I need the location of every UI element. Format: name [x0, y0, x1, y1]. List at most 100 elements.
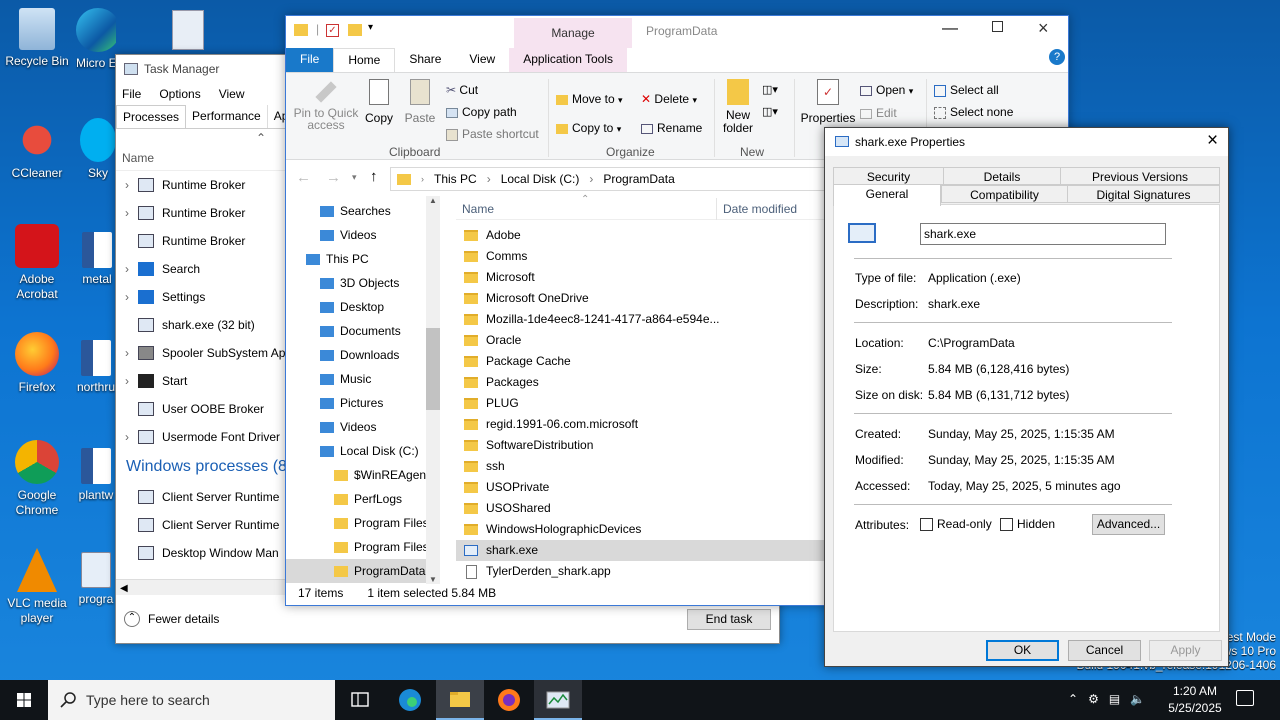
help-icon[interactable]: ?: [1049, 49, 1065, 65]
column-header-date[interactable]: Date modified: [723, 202, 797, 216]
nav-item[interactable]: Videos: [320, 415, 376, 439]
clock[interactable]: 1:20 AM 5/25/2025: [1160, 683, 1230, 717]
tab-home[interactable]: Home: [333, 48, 396, 72]
desktop-icon-plantw-doc[interactable]: plantw: [76, 448, 116, 503]
desktop-file-icon[interactable]: [172, 10, 204, 50]
file-row[interactable]: shark.exe5/25/2025 1:15 AM: [456, 540, 994, 561]
desktop-icon-ccleaner[interactable]: CCleaner: [1, 118, 73, 181]
nav-item[interactable]: Pictures: [320, 391, 383, 415]
cancel-button[interactable]: Cancel: [1068, 640, 1141, 661]
tab-security[interactable]: Security: [833, 167, 944, 185]
nav-item[interactable]: ProgramData: [286, 559, 426, 583]
close-icon[interactable]: ×: [1038, 18, 1049, 39]
apply-button[interactable]: Apply: [1149, 640, 1222, 661]
maximize-icon[interactable]: [992, 21, 1003, 32]
file-row[interactable]: ssh10/6/2021 1:57 PM: [456, 456, 994, 477]
tab-general[interactable]: General: [833, 184, 941, 206]
tab-file[interactable]: File: [286, 48, 334, 72]
chevron-right-icon[interactable]: ›: [116, 262, 138, 276]
chevron-right-icon[interactable]: ›: [116, 290, 138, 304]
tab-digital-signatures[interactable]: Digital Signatures: [1067, 185, 1220, 203]
back-arrow-icon[interactable]: ←: [296, 169, 311, 186]
desktop-icon-northru-doc[interactable]: northru: [76, 340, 116, 395]
file-row[interactable]: Adobe2/6/2024 1:09 PM: [456, 225, 988, 246]
file-row[interactable]: USOPrivate8/24/2022 11:11 AM: [456, 477, 999, 498]
scrollbar-thumb[interactable]: [426, 328, 440, 410]
tab-view[interactable]: View: [455, 48, 509, 72]
column-header-name[interactable]: Name: [462, 202, 494, 216]
delete-button[interactable]: ✕ Delete ▾: [641, 85, 702, 114]
tab-share[interactable]: Share: [395, 48, 455, 72]
file-row[interactable]: Mozilla-1de4eec8-1241-4177-a864-e594e...…: [456, 309, 988, 330]
breadcrumb-item[interactable]: ProgramData: [603, 172, 674, 186]
taskbar-file-explorer[interactable]: [436, 680, 484, 720]
up-arrow-icon[interactable]: ↑: [370, 168, 378, 185]
file-row[interactable]: SoftwareDistribution12/7/2019 9:14 AM: [456, 435, 994, 456]
desktop-icon-recycle-bin[interactable]: Recycle Bin: [1, 8, 73, 69]
edit-button[interactable]: Edit: [860, 102, 913, 124]
desktop-icon-metal-doc[interactable]: metal: [78, 232, 116, 287]
nav-item[interactable]: Searches: [320, 199, 391, 223]
nav-item[interactable]: Program Files: [334, 511, 429, 535]
tab-performance[interactable]: Performance: [186, 105, 268, 128]
tab-compatibility[interactable]: Compatibility: [941, 185, 1068, 203]
network-icon[interactable]: ▤: [1109, 692, 1120, 706]
recent-locations-icon[interactable]: ▾: [352, 172, 357, 183]
file-row[interactable]: Package Cache2/9/2023 4:28 PM: [456, 351, 988, 372]
nav-item[interactable]: This PC: [306, 247, 369, 271]
nav-item[interactable]: Music: [320, 367, 371, 391]
breadcrumb-item[interactable]: This PC: [434, 172, 477, 186]
nav-item[interactable]: Desktop: [320, 295, 384, 319]
new-folder-button[interactable]: New folder: [720, 79, 756, 135]
nav-item[interactable]: Videos: [320, 223, 376, 247]
taskbar-search-box[interactable]: Type here to search: [48, 680, 335, 720]
file-row[interactable]: PLUG2/6/2024 3:27 PM: [456, 393, 988, 414]
hidden-checkbox[interactable]: Hidden: [1000, 517, 1055, 531]
easy-access-icon[interactable]: ◫▾: [762, 101, 778, 123]
end-task-button[interactable]: End task: [687, 609, 771, 630]
copy-to-button[interactable]: Copy to ▾: [556, 114, 623, 143]
file-row[interactable]: Packages8/24/2022 11:52 AM: [456, 372, 1000, 393]
menu-options[interactable]: Options: [159, 87, 200, 101]
move-to-button[interactable]: Move to ▾: [556, 85, 623, 114]
chevron-up-icon[interactable]: ⌃: [256, 131, 266, 145]
taskbar-task-manager[interactable]: [534, 680, 582, 720]
customize-quick-access-icon[interactable]: ▾: [368, 22, 373, 33]
forward-arrow-icon[interactable]: →: [326, 169, 341, 186]
taskbar-edge[interactable]: [386, 680, 434, 720]
rename-button[interactable]: Rename: [641, 114, 702, 142]
desktop-icon-adobe-acrobat[interactable]: Adobe Acrobat: [1, 224, 73, 302]
minimize-icon[interactable]: —: [942, 20, 958, 38]
desktop-icon-edge[interactable]: Micro Edg: [76, 8, 116, 71]
file-row[interactable]: Microsoft OneDrive8/24/2022 11:51 AM: [456, 288, 1000, 309]
checkbox-box[interactable]: [1000, 517, 1013, 531]
tab-previous-versions[interactable]: Previous Versions: [1060, 167, 1220, 185]
tab-processes[interactable]: Processes: [116, 105, 187, 128]
breadcrumb-item[interactable]: Local Disk (C:): [501, 172, 580, 186]
chevron-up-icon[interactable]: ⌃: [1068, 692, 1078, 706]
desktop-icon-firefox[interactable]: Firefox: [1, 332, 73, 395]
file-row[interactable]: USOShared12/7/2019 9:14 AM: [456, 498, 994, 519]
nav-item[interactable]: PerfLogs: [334, 487, 402, 511]
desktop-icon-vlc[interactable]: VLC media player: [1, 548, 73, 626]
manage-tab-header[interactable]: Manage: [514, 18, 632, 48]
tab-details[interactable]: Details: [943, 167, 1061, 185]
chevron-right-icon[interactable]: ›: [116, 346, 138, 360]
volume-icon[interactable]: 🔈: [1130, 692, 1145, 706]
advanced-button[interactable]: Advanced...: [1092, 514, 1165, 535]
filename-input[interactable]: [920, 223, 1166, 245]
select-all-button[interactable]: Select all: [934, 79, 1013, 101]
copy-path-button[interactable]: Copy path: [446, 101, 539, 123]
nav-item[interactable]: Downloads: [320, 343, 399, 367]
file-row[interactable]: Microsoft2/9/2023 2:55 PM: [456, 267, 988, 288]
desktop-icon-skype[interactable]: Sky: [80, 118, 116, 181]
readonly-checkbox[interactable]: Read-only: [920, 517, 992, 531]
tab-application-tools[interactable]: Application Tools: [509, 48, 628, 72]
nav-item[interactable]: $WinREAgent: [334, 463, 429, 487]
chevron-right-icon[interactable]: ›: [116, 374, 138, 388]
file-row[interactable]: Comms7/16/2016 11:47 AM: [456, 246, 1000, 267]
ok-button[interactable]: OK: [986, 640, 1059, 661]
task-view-button[interactable]: [336, 680, 384, 720]
notifications-icon[interactable]: [1236, 690, 1254, 706]
horizontal-scrollbar[interactable]: ◀: [116, 579, 286, 595]
